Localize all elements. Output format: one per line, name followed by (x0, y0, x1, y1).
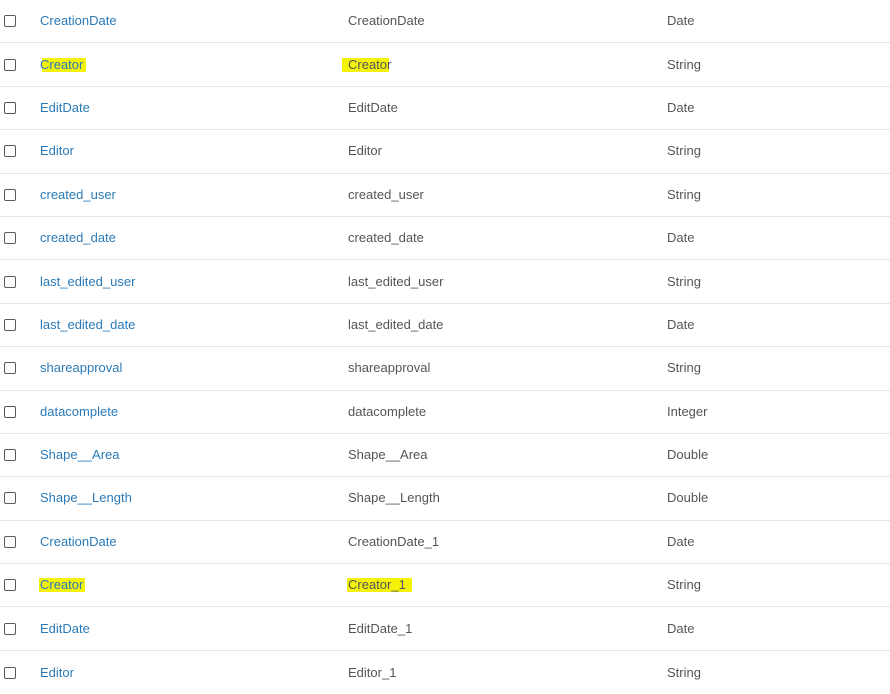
field-name-link[interactable]: created_user (40, 187, 116, 203)
field-alias: Shape__Length (348, 490, 440, 506)
field-name-link[interactable]: Editor (40, 143, 74, 159)
field-type: Date (667, 533, 695, 549)
field-alias: EditDate_1 (348, 620, 413, 636)
field-name-link[interactable]: EditDate (40, 100, 90, 116)
field-name-link[interactable]: CreationDate (40, 13, 117, 29)
field-type: String (667, 56, 701, 72)
field-name-link[interactable]: Editor (40, 665, 74, 681)
field-type: String (667, 273, 701, 289)
table-row: created_user created_user String (0, 174, 890, 217)
field-type: String (667, 186, 701, 202)
table-row: CreationDate CreationDate Date (0, 0, 890, 44)
field-alias: Editor_1 (348, 664, 397, 680)
table-row: CreationDate CreationDate_1 Date (0, 521, 890, 565)
field-type: Date (667, 316, 695, 332)
field-type: String (667, 577, 701, 593)
field-type: String (667, 664, 701, 680)
table-row: shareapproval shareapproval String (0, 347, 890, 391)
field-alias: CreationDate_1 (348, 533, 440, 549)
table-row: Creator Creator_1 String (0, 564, 890, 608)
row-checkbox[interactable] (4, 362, 16, 375)
table-row: EditDate EditDate_1 Date (0, 607, 890, 651)
field-alias: created_date (348, 230, 424, 246)
row-checkbox[interactable] (4, 275, 16, 288)
row-checkbox[interactable] (4, 15, 16, 28)
field-name-link[interactable]: datacomplete (40, 404, 118, 420)
row-checkbox[interactable] (4, 58, 16, 71)
field-alias: last_edited_date (348, 316, 444, 332)
field-type: Date (667, 230, 695, 246)
field-type: String (667, 143, 701, 159)
field-alias: Shape__Area (348, 447, 428, 463)
field-alias: datacomplete (348, 403, 427, 419)
field-type: Date (667, 620, 695, 636)
field-name-link[interactable]: Creator (40, 577, 83, 593)
row-checkbox[interactable] (4, 232, 16, 245)
field-alias: Editor (348, 143, 382, 159)
table-row: last_edited_user last_edited_user String (0, 260, 890, 304)
field-name-link[interactable]: Creator (40, 57, 83, 73)
field-alias: created_user (348, 186, 424, 202)
row-checkbox[interactable] (4, 535, 16, 548)
field-name-link[interactable]: Shape__Area (40, 447, 120, 463)
field-name-link[interactable]: shareapproval (40, 360, 122, 376)
field-alias: Creator (348, 56, 392, 72)
field-alias: CreationDate (348, 13, 425, 29)
field-type: String (667, 360, 701, 376)
field-name-link[interactable]: created_date (40, 230, 116, 246)
row-checkbox[interactable] (4, 449, 16, 462)
field-alias: Creator_1 (348, 577, 406, 593)
field-type: Double (667, 447, 709, 463)
fields-table: CreationDate CreationDate Date Creator C… (0, 0, 890, 694)
row-checkbox[interactable] (4, 145, 16, 158)
field-type: Double (667, 490, 709, 506)
field-alias: shareapproval (348, 360, 431, 376)
table-row: EditDate EditDate Date (0, 87, 890, 131)
field-type: Date (667, 99, 695, 115)
table-row: Shape__Length Shape__Length Double (0, 477, 890, 521)
row-checkbox[interactable] (4, 622, 16, 635)
table-row: Shape__Area Shape__Area Double (0, 434, 890, 478)
table-row: Creator Creator String (0, 43, 890, 87)
field-name-link[interactable]: CreationDate (40, 534, 117, 550)
field-name-link[interactable]: EditDate (40, 621, 90, 637)
table-row: datacomplete datacomplete Integer (0, 391, 890, 434)
field-name-link[interactable]: last_edited_user (40, 274, 135, 290)
field-alias: EditDate (348, 99, 398, 115)
field-name-link[interactable]: last_edited_date (40, 317, 135, 333)
row-checkbox[interactable] (4, 405, 16, 418)
row-checkbox[interactable] (4, 666, 16, 679)
field-alias: last_edited_user (348, 273, 444, 289)
field-type: Integer (667, 403, 708, 419)
row-checkbox[interactable] (4, 579, 16, 592)
table-row: Editor Editor String (0, 130, 890, 174)
table-row: created_date created_date Date (0, 217, 890, 261)
row-checkbox[interactable] (4, 101, 16, 114)
row-checkbox[interactable] (4, 492, 16, 505)
table-row: last_edited_date last_edited_date Date (0, 304, 890, 348)
row-checkbox[interactable] (4, 188, 16, 201)
field-name-link[interactable]: Shape__Length (40, 490, 132, 506)
row-checkbox[interactable] (4, 318, 16, 331)
field-type: Date (667, 13, 695, 29)
